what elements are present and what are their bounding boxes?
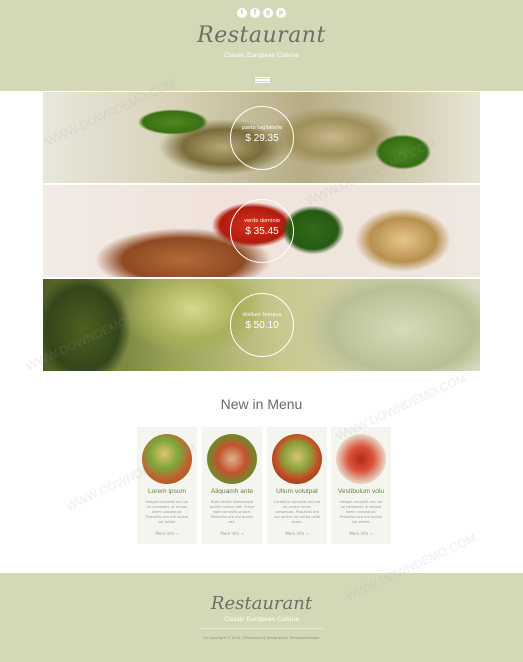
site-tagline: Classic European Cuisine xyxy=(224,52,299,59)
dish-price: $ 50.10 xyxy=(245,320,279,331)
menu-card[interactable]: Vestibulum volu Integer convallis orci v… xyxy=(331,427,391,544)
dish-name: pasta tagliatelle xyxy=(241,125,283,131)
banner-greens[interactable]: stellum tempus $ 50.10 xyxy=(43,279,480,371)
dish-name: stellum tempus xyxy=(242,312,282,318)
price-circle[interactable]: pasta tagliatelle $ 29.35 xyxy=(230,106,294,170)
card-text: Integer convallis orci vel mi nelaoreet,… xyxy=(145,500,189,524)
dish-thumbnail[interactable] xyxy=(142,434,192,484)
card-text: Nulla facilisi ellentesque sollicit curs… xyxy=(209,500,255,524)
menu-card[interactable]: Lorem ipsum Integer convallis orci vel m… xyxy=(137,427,197,544)
hamburger-line xyxy=(255,81,270,83)
menu-card[interactable]: Aliquamh ante Nulla facilisi ellentesque… xyxy=(202,427,262,544)
more-info-link[interactable]: More info → xyxy=(202,531,262,536)
social-links: t f g p xyxy=(0,8,523,18)
hamburger-line xyxy=(255,77,270,79)
section-title: New in Menu xyxy=(220,396,303,412)
site-logo[interactable]: Restaurant xyxy=(0,23,523,48)
pinterest-icon[interactable]: p xyxy=(276,8,286,18)
facebook-icon[interactable]: f xyxy=(250,8,260,18)
card-title[interactable]: Vestibulum volu xyxy=(331,488,391,495)
twitter-icon[interactable]: t xyxy=(237,8,247,18)
site-footer: Restaurant Classic European Cuisine All … xyxy=(0,573,523,662)
banner-pasta[interactable]: pasta tagliatelle $ 29.35 xyxy=(43,92,480,183)
dish-thumbnail[interactable] xyxy=(336,434,386,484)
price-circle[interactable]: stellum tempus $ 50.10 xyxy=(230,293,294,357)
footer-copyright: All Copyright © 2014 | Restaurant | Desi… xyxy=(203,636,320,640)
footer-tagline: Classic European Cuisine xyxy=(223,616,300,623)
menu-card[interactable]: Ullum volutpat Curabitur convallis orci … xyxy=(267,427,327,544)
google-plus-icon[interactable]: g xyxy=(263,8,273,18)
footer-divider xyxy=(200,628,323,629)
footer-logo[interactable]: Restaurant xyxy=(0,593,523,614)
hamburger-line xyxy=(255,79,270,81)
more-info-link[interactable]: More info → xyxy=(137,531,197,536)
arrow-right-icon: → xyxy=(175,531,179,536)
site-header: t f g p Restaurant Classic European Cuis… xyxy=(0,0,523,91)
card-text: Integer convallis orci vel mi nelaoreet,… xyxy=(339,500,383,524)
dish-price: $ 29.35 xyxy=(245,133,279,144)
card-title[interactable]: Ullum volutpat xyxy=(267,488,327,495)
dish-thumbnail[interactable] xyxy=(272,434,322,484)
arrow-right-icon: → xyxy=(369,531,373,536)
menu-toggle-button[interactable] xyxy=(255,77,270,83)
more-info-link[interactable]: More info → xyxy=(267,531,327,536)
banner-meat[interactable]: verde dominio $ 35.45 xyxy=(43,185,480,277)
card-title[interactable]: Aliquamh ante xyxy=(202,488,262,495)
arrow-right-icon: → xyxy=(240,531,244,536)
dish-thumbnail[interactable] xyxy=(207,434,257,484)
card-title[interactable]: Lorem ipsum xyxy=(137,488,197,495)
price-circle[interactable]: verde dominio $ 35.45 xyxy=(230,199,294,263)
arrow-right-icon: → xyxy=(305,531,309,536)
more-info-link[interactable]: More info → xyxy=(331,531,391,536)
dish-price: $ 35.45 xyxy=(245,226,279,237)
card-text: Curabitur convallis orci vel mi ornare l… xyxy=(273,500,321,524)
dish-name: verde dominio xyxy=(244,218,280,224)
